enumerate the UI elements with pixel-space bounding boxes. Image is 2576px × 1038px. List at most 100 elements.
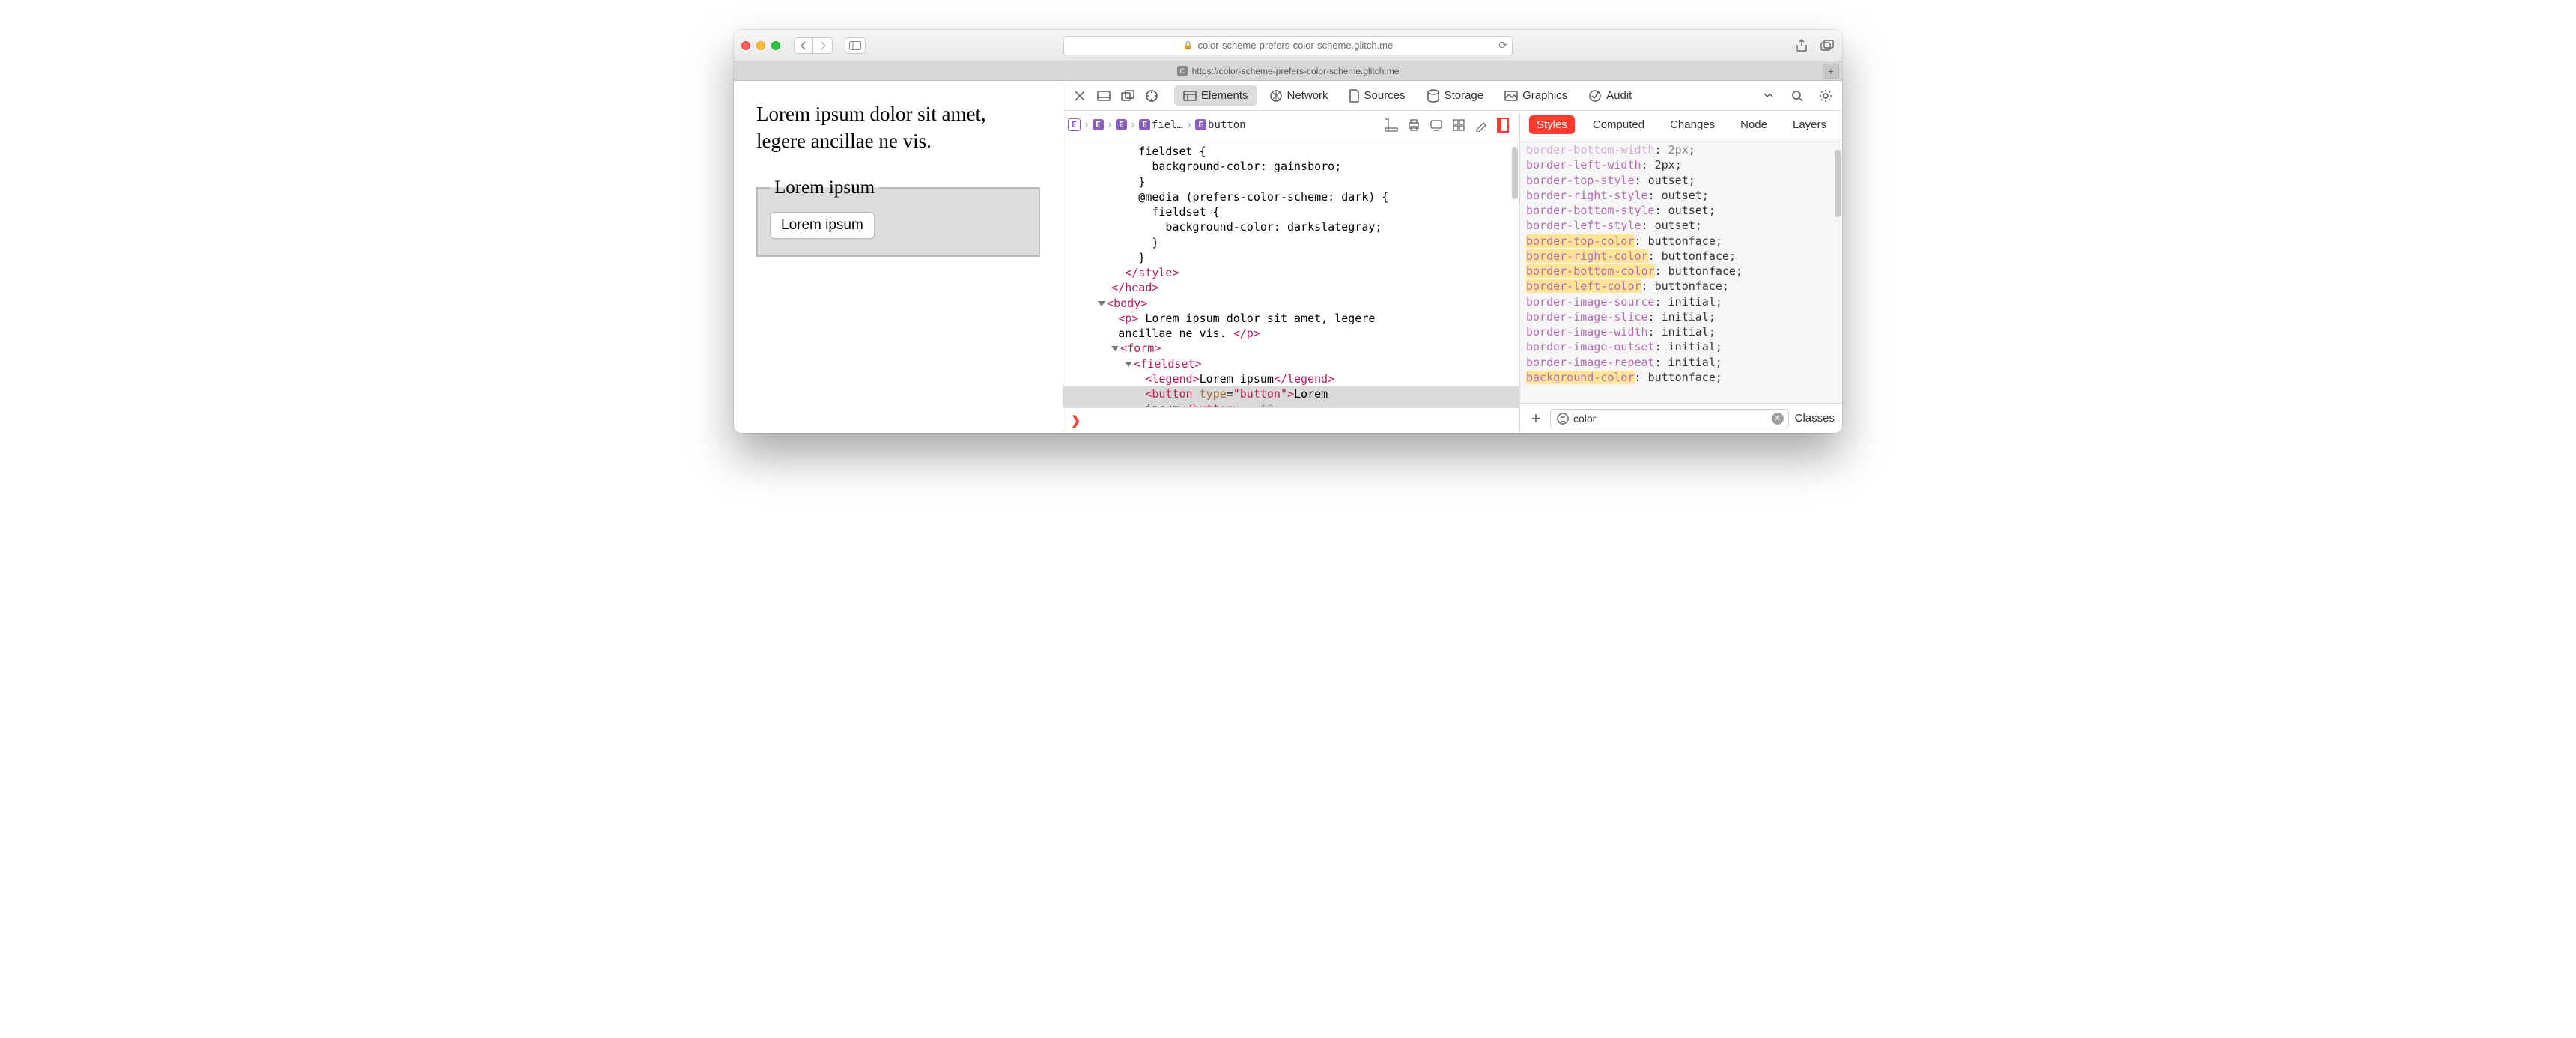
paint-icon[interactable] (1474, 118, 1488, 132)
style-property-row[interactable]: border-image-outset: initial; (1526, 339, 1836, 354)
forward-button[interactable] (813, 37, 833, 54)
styles-tab-changes[interactable]: Changes (1662, 115, 1722, 134)
dock-bottom-button[interactable] (1093, 85, 1114, 106)
tab-elements[interactable]: Elements (1174, 85, 1257, 106)
close-devtools-button[interactable] (1069, 85, 1090, 106)
dom-tag: <form> (1120, 342, 1161, 355)
style-property-row[interactable]: border-image-slice: initial; (1526, 309, 1836, 324)
share-button[interactable] (1794, 38, 1809, 53)
more-tabs-button[interactable] (1758, 85, 1779, 106)
dom-tag: <body> (1107, 297, 1147, 310)
dock-detach-button[interactable] (1117, 85, 1138, 106)
style-property-row[interactable]: border-image-source: initial; (1526, 294, 1836, 309)
tab-graphics[interactable]: Graphics (1495, 85, 1576, 106)
styles-tab-computed[interactable]: Computed (1585, 115, 1652, 134)
style-property-row[interactable]: border-top-style: outset; (1526, 173, 1836, 188)
styles-tab-layers[interactable]: Layers (1785, 115, 1834, 134)
style-property-row[interactable]: border-image-repeat: initial; (1526, 355, 1836, 370)
settings-button[interactable] (1815, 85, 1836, 106)
minimize-window-button[interactable] (756, 41, 765, 50)
style-property-value: buttonface (1648, 371, 1716, 384)
rulers-icon[interactable] (1385, 118, 1398, 132)
tab-audit[interactable]: Audit (1579, 85, 1641, 106)
clear-filter-button[interactable]: ✕ (1772, 413, 1784, 425)
dom-scrollbar[interactable] (1512, 147, 1518, 199)
styles-tab-styles[interactable]: Styles (1529, 115, 1575, 134)
style-property-row[interactable]: border-right-style: outset; (1526, 188, 1836, 203)
console-prompt-row[interactable]: ❯ (1063, 407, 1519, 433)
tab-storage-label: Storage (1445, 89, 1484, 102)
print-icon[interactable] (1407, 118, 1421, 132)
disclosure-triangle-icon[interactable] (1111, 346, 1119, 351)
tab-network-label: Network (1287, 89, 1328, 102)
disclosure-triangle-icon[interactable] (1098, 301, 1105, 306)
style-property-row[interactable]: background-color: buttonface; (1526, 370, 1836, 385)
style-property-row[interactable]: border-bottom-width: 2px; (1526, 142, 1836, 157)
devtools-subbar: E› E› E› E fiel…› E button (1063, 111, 1842, 139)
sidebar-toggle-button[interactable] (845, 37, 866, 54)
style-property-name: border-right-style (1526, 189, 1648, 202)
styles-filter-input[interactable]: color ✕ (1550, 409, 1789, 428)
new-rule-button[interactable]: + (1528, 409, 1544, 428)
reload-button[interactable]: ⟳ (1498, 39, 1507, 52)
dom-text: Lorem ipsum (1200, 372, 1274, 386)
styles-tab-node[interactable]: Node (1733, 115, 1775, 134)
search-button[interactable] (1787, 85, 1808, 106)
back-button[interactable] (794, 37, 813, 54)
dom-text: } (1071, 175, 1145, 189)
style-property-row[interactable]: border-bottom-color: buttonface; (1526, 264, 1836, 279)
tab-sources[interactable]: Sources (1340, 85, 1415, 106)
page-legend: Lorem ipsum (770, 177, 879, 198)
style-property-row[interactable]: border-right-color: buttonface; (1526, 249, 1836, 264)
close-window-button[interactable] (741, 41, 750, 50)
dom-text: background-color: gainsboro; (1071, 160, 1341, 173)
tab-sources-label: Sources (1364, 89, 1406, 102)
dom-selected-row[interactable]: <button type="button">Lorem (1063, 386, 1519, 401)
page-button[interactable]: Lorem ipsum (770, 212, 875, 239)
style-property-name: border-left-width (1526, 158, 1641, 172)
style-property-row[interactable]: border-left-width: 2px; (1526, 157, 1836, 172)
grid-icon[interactable] (1452, 118, 1465, 132)
style-property-name: border-right-color (1526, 249, 1648, 263)
style-property-row[interactable]: border-left-style: outset; (1526, 218, 1836, 233)
layout-toggle-icon[interactable] (1497, 118, 1509, 133)
lock-icon: 🔒 (1183, 40, 1194, 50)
tab-strip: C https://color-scheme-prefers-color-sch… (734, 61, 1842, 81)
style-property-value: outset (1668, 204, 1709, 217)
style-property-row[interactable]: border-top-color: buttonface; (1526, 234, 1836, 249)
style-property-name: border-top-style (1526, 174, 1635, 187)
styles-property-list[interactable]: border-bottom-width: 2px;border-left-wid… (1520, 139, 1842, 403)
dom-tree[interactable]: fieldset { background-color: gainsboro; … (1063, 139, 1519, 407)
style-property-value: outset (1655, 219, 1695, 232)
inspect-element-button[interactable] (1141, 85, 1162, 106)
tab-storage[interactable]: Storage (1418, 85, 1493, 106)
style-property-row[interactable]: border-left-color: buttonface; (1526, 279, 1836, 294)
filter-icon (1557, 413, 1569, 425)
style-property-row[interactable]: border-bottom-style: outset; (1526, 203, 1836, 218)
device-icon[interactable] (1430, 118, 1443, 132)
style-property-name: background-color (1526, 371, 1635, 384)
tab-network[interactable]: Network (1260, 85, 1337, 106)
tab-label[interactable]: https://color-scheme-prefers-color-schem… (1192, 66, 1400, 76)
dom-action-icons (1385, 118, 1515, 133)
disclosure-triangle-icon[interactable] (1125, 362, 1132, 367)
dom-text: fieldset { (1071, 145, 1206, 158)
dom-text: @media (prefers-color-scheme: dark) { (1071, 190, 1388, 204)
zoom-window-button[interactable] (771, 41, 780, 50)
dom-text: ancillae ne vis. (1118, 327, 1233, 340)
tabs-overview-button[interactable] (1820, 38, 1835, 53)
tab-graphics-label: Graphics (1522, 89, 1567, 102)
dom-breadcrumb[interactable]: E› E› E› E fiel…› E button (1068, 118, 1246, 131)
content-area: Lorem ipsum dolor sit amet, legere ancil… (734, 81, 1842, 433)
style-property-row[interactable]: border-image-width: initial; (1526, 324, 1836, 339)
new-tab-button[interactable]: + (1823, 64, 1839, 79)
style-property-name: border-top-color (1526, 234, 1635, 248)
styles-scrollbar[interactable] (1835, 150, 1841, 217)
classes-toggle-button[interactable]: Classes (1795, 412, 1835, 425)
dom-text: fieldset { (1071, 205, 1220, 219)
address-bar[interactable]: 🔒 color-scheme-prefers-color-scheme.glit… (1063, 36, 1513, 55)
tab-audit-label: Audit (1606, 89, 1632, 102)
dom-attr: type (1193, 387, 1227, 401)
dom-tag: </button> (1179, 402, 1240, 407)
style-property-name: border-image-width (1526, 325, 1648, 339)
